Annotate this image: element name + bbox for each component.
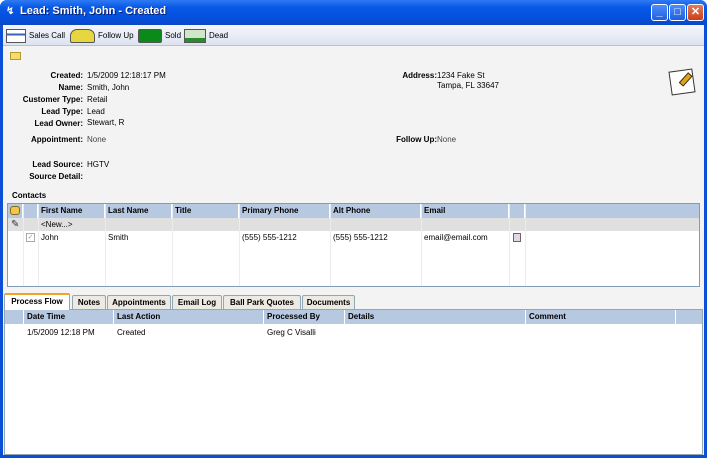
contacts-header: First Name Last Name Title Primary Phone… xyxy=(8,204,699,218)
source-detail-label: Source Detail: xyxy=(29,172,83,181)
grid-line xyxy=(509,204,510,286)
tab-documents[interactable]: Documents xyxy=(302,295,355,309)
selector-column-header xyxy=(8,204,23,218)
follow-up-label: Follow Up xyxy=(98,31,134,40)
tab-appointments[interactable]: Appointments xyxy=(107,295,171,309)
app-icon: ↯ xyxy=(6,6,15,17)
comment-cell[interactable] xyxy=(526,326,529,339)
date-time-header[interactable]: Date Time xyxy=(24,310,114,324)
address-line2: Tampa, FL 33647 xyxy=(437,81,499,90)
filler-header xyxy=(676,310,702,324)
send-email-icon[interactable] xyxy=(513,233,521,242)
toolbar: Sales Call Follow Up Sold Dead xyxy=(3,25,704,46)
follow-up-value: None xyxy=(437,135,457,144)
note-icon[interactable] xyxy=(10,52,21,60)
grid-line xyxy=(172,204,173,286)
sales-call-label: Sales Call xyxy=(29,31,66,40)
computer-icon xyxy=(184,28,206,43)
dead-button[interactable]: Dead xyxy=(184,27,228,44)
last-action-cell[interactable]: Created xyxy=(114,326,145,339)
grid-line xyxy=(38,204,39,286)
lead-type-value: Lead xyxy=(87,107,105,116)
contact-icon xyxy=(10,206,20,215)
selector-column-header xyxy=(9,310,24,324)
lead-owner-value: Stewart, R xyxy=(87,118,125,127)
title-bar[interactable]: ↯ Lead: Smith, John - Created _ □ ✕ xyxy=(0,0,707,25)
lead-owner-label: Lead Owner: xyxy=(34,119,83,128)
close-button[interactable]: ✕ xyxy=(687,4,704,21)
appointment-value: None xyxy=(87,135,107,144)
date-time-cell[interactable]: 1/5/2009 12:18 PM xyxy=(24,326,95,339)
email-header[interactable]: Email xyxy=(421,204,509,218)
grid-line xyxy=(421,204,422,286)
table-row[interactable]: ✓ John Smith (555) 555-1212 (555) 555-12… xyxy=(8,231,699,244)
maximize-button[interactable]: □ xyxy=(669,4,686,21)
last-action-header[interactable]: Last Action xyxy=(114,310,264,324)
tab-ball-park-quotes[interactable]: Ball Park Quotes xyxy=(223,295,301,309)
grid-line xyxy=(525,204,526,286)
title-header[interactable]: Title xyxy=(172,204,239,218)
process-header: Date Time Last Action Processed By Detai… xyxy=(5,310,702,324)
dead-label: Dead xyxy=(209,31,229,40)
address-label: Address: xyxy=(402,71,437,80)
first-name-cell[interactable]: John xyxy=(38,231,58,244)
appointment-label: Appointment: xyxy=(31,135,83,144)
alt-phone-cell[interactable]: (555) 555-1212 xyxy=(330,231,388,244)
grid-line xyxy=(239,204,240,286)
tab-email-log[interactable]: Email Log xyxy=(172,295,222,309)
comment-header[interactable]: Comment xyxy=(526,310,676,324)
email-cell[interactable]: email@email.com xyxy=(421,231,488,244)
row-checkbox[interactable]: ✓ xyxy=(26,233,35,242)
action-column-header xyxy=(509,204,525,218)
lead-source-label: Lead Source: xyxy=(32,160,83,169)
process-flow-grid: Date Time Last Action Processed By Detai… xyxy=(4,309,703,455)
follow-up-button[interactable]: Follow Up xyxy=(70,27,134,44)
edit-row-icon: ✎ xyxy=(11,219,20,230)
contacts-title: Contacts xyxy=(12,191,47,200)
new-contact-label[interactable]: <New...> xyxy=(38,218,73,231)
created-label: Created: xyxy=(50,71,83,80)
name-value: Smith, John xyxy=(87,83,130,92)
last-name-cell[interactable]: Smith xyxy=(105,231,128,244)
window-client: Sales Call Follow Up Sold Dead Created: … xyxy=(3,25,704,455)
name-label: Name: xyxy=(58,83,83,92)
customer-type-label: Customer Type: xyxy=(22,95,83,104)
table-row[interactable]: 1/5/2009 12:18 PM Created Greg C Visalli xyxy=(5,326,702,339)
edit-icon[interactable] xyxy=(668,68,696,96)
tab-strip: Process Flow Notes Appointments Email Lo… xyxy=(3,293,704,310)
calendar-icon xyxy=(6,28,26,43)
created-value: 1/5/2009 12:18:17 PM xyxy=(87,71,166,80)
details-header[interactable]: Details xyxy=(345,310,526,324)
primary-phone-cell[interactable]: (555) 555-1212 xyxy=(239,231,297,244)
follow-up-field-label: Follow Up: xyxy=(396,135,437,144)
first-name-header[interactable]: First Name xyxy=(38,204,105,218)
alt-phone-header[interactable]: Alt Phone xyxy=(330,204,421,218)
phone-icon xyxy=(70,28,95,43)
grid-line xyxy=(330,204,331,286)
tab-process-flow[interactable]: Process Flow xyxy=(4,293,70,310)
minimize-button[interactable]: _ xyxy=(651,4,668,21)
window-title: Lead: Smith, John - Created xyxy=(20,5,167,17)
primary-phone-header[interactable]: Primary Phone xyxy=(239,204,330,218)
lead-source-value: HGTV xyxy=(87,160,110,169)
address-line1: 1234 Fake St xyxy=(437,71,485,80)
check-column-header[interactable] xyxy=(23,204,38,218)
sales-call-button[interactable]: Sales Call xyxy=(6,27,65,44)
details-cell[interactable] xyxy=(345,326,348,339)
processed-by-header[interactable]: Processed By xyxy=(264,310,345,324)
customer-type-value: Retail xyxy=(87,95,108,104)
sold-label: Sold xyxy=(165,31,182,40)
processed-by-cell[interactable]: Greg C Visalli xyxy=(264,326,316,339)
grid-line xyxy=(23,204,24,286)
lead-type-label: Lead Type: xyxy=(41,107,83,116)
new-contact-row[interactable]: ✎ <New...> xyxy=(8,218,699,231)
grid-line xyxy=(105,204,106,286)
last-name-header[interactable]: Last Name xyxy=(105,204,172,218)
contacts-grid: First Name Last Name Title Primary Phone… xyxy=(7,203,700,287)
filler-header xyxy=(525,204,699,218)
sold-button[interactable]: Sold xyxy=(138,27,181,44)
lead-window: ↯ Lead: Smith, John - Created _ □ ✕ Sale… xyxy=(0,0,707,458)
tab-notes[interactable]: Notes xyxy=(72,295,106,309)
folder-icon xyxy=(138,28,162,43)
